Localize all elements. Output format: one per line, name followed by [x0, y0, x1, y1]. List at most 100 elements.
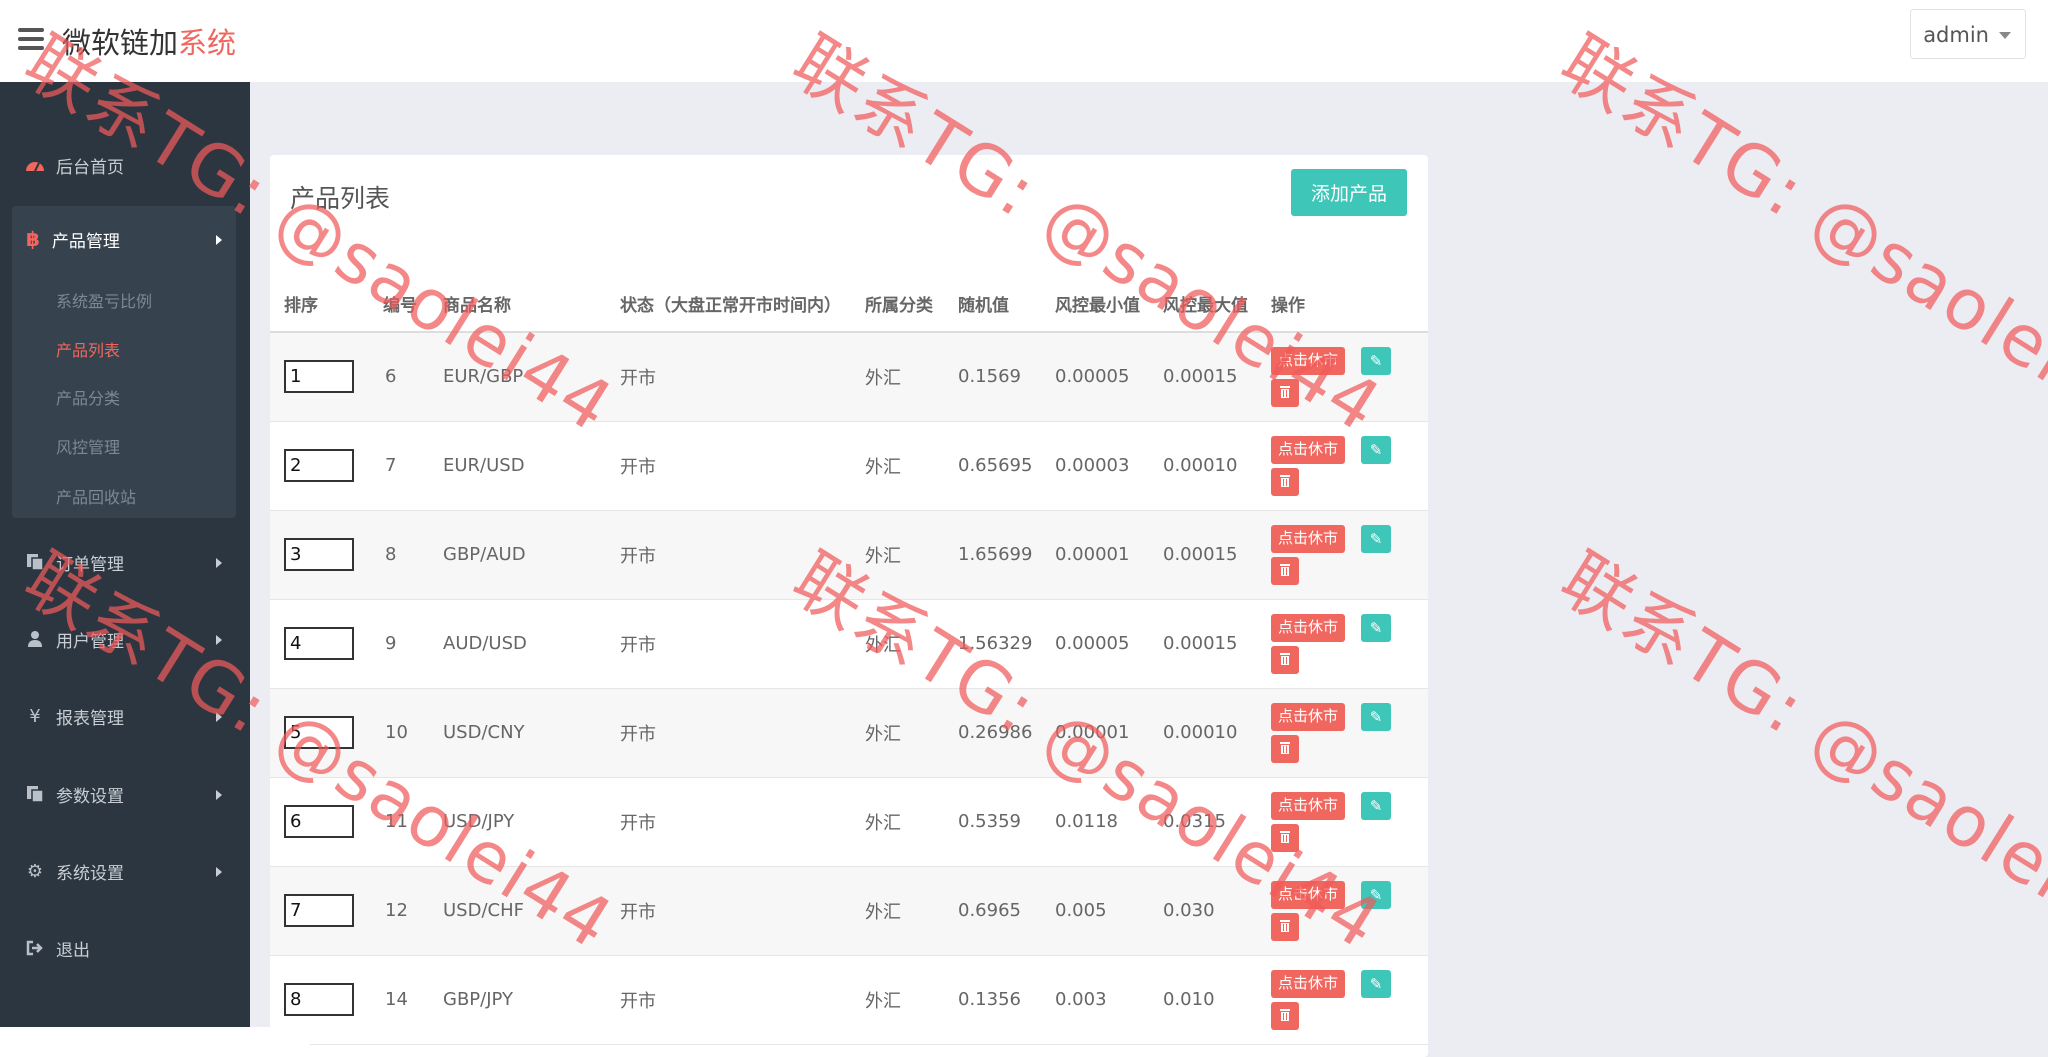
trash-icon[interactable] — [1271, 378, 1299, 407]
footer-strip — [0, 1027, 310, 1057]
sidebar-item-dashboard[interactable]: 后台首页 — [0, 137, 250, 193]
sidebar-item-label: 退出 — [56, 940, 90, 961]
sidebar-item-label: 订单管理 — [56, 554, 124, 575]
id-cell: 7 — [369, 421, 429, 511]
actions-cell: 点击休市 ✎ — [1257, 599, 1428, 689]
chevron-right-icon — [216, 635, 222, 645]
sort-input[interactable] — [284, 360, 354, 394]
trash-icon[interactable] — [1271, 1001, 1299, 1030]
brand-main: 微软链加 — [62, 26, 179, 60]
actions-cell: 点击休市 ✎ — [1257, 688, 1428, 778]
row-actions: 点击休市 ✎ — [1271, 613, 1428, 674]
trash-icon[interactable] — [1271, 734, 1299, 763]
pause-market-button[interactable]: 点击休市 — [1271, 702, 1346, 731]
status-cell: 开市 — [606, 688, 851, 778]
pause-market-button[interactable]: 点击休市 — [1271, 791, 1346, 820]
id-cell: 8 — [369, 510, 429, 600]
pencil-icon[interactable]: ✎ — [1361, 613, 1391, 642]
sidebar-item-products[interactable]: ฿ 产品管理 — [12, 206, 236, 272]
random-cell: 0.5359 — [944, 777, 1041, 867]
risk-max-cell: 0.00015 — [1149, 332, 1257, 422]
name-cell: GBP/AUD — [429, 510, 606, 600]
sort-input[interactable] — [284, 983, 354, 1016]
pencil-icon[interactable]: ✎ — [1361, 791, 1391, 820]
submenu-profit-ratio[interactable]: 系统盈亏比例 — [56, 288, 152, 312]
pause-market-button[interactable]: 点击休市 — [1271, 346, 1346, 375]
category-cell: 外汇 — [851, 421, 944, 511]
id-cell: 6 — [369, 332, 429, 422]
add-product-button[interactable]: 添加产品 — [1291, 169, 1407, 216]
random-cell: 0.1356 — [944, 955, 1041, 1045]
random-cell: 0.26986 — [944, 688, 1041, 778]
submenu-risk-control[interactable]: 风控管理 — [56, 434, 120, 458]
sidebar-item-params[interactable]: 参数设置 — [0, 766, 250, 822]
user-icon — [24, 628, 46, 650]
sidebar-item-system[interactable]: ⚙ 系统设置 — [0, 843, 250, 899]
watermark: 联系TG: @saolei44 — [1546, 537, 2048, 966]
sidebar-item-label: 产品管理 — [51, 231, 120, 252]
caret-down-icon — [1999, 32, 2011, 39]
table-header-row: 排序 编号 商品名称 状态（大盘正常开市时间内） 所属分类 随机值 风控最小值 … — [270, 247, 1428, 333]
submenu-recycle-bin[interactable]: 产品回收站 — [56, 484, 136, 508]
trash-icon[interactable] — [1271, 645, 1299, 674]
sidebar-item-users[interactable]: 用户管理 — [0, 611, 250, 667]
pause-market-button[interactable]: 点击休市 — [1271, 969, 1346, 998]
table-row: 10USD/CNY开市外汇0.269860.000010.00010 点击休市 ✎ — [270, 688, 1428, 778]
pause-market-button[interactable]: 点击休市 — [1271, 435, 1346, 464]
bitcoin-icon: ฿ — [26, 227, 40, 251]
actions-cell: 点击休市 ✎ — [1257, 421, 1428, 511]
sort-input[interactable] — [284, 449, 354, 482]
sort-input[interactable] — [284, 538, 354, 571]
sidebar-item-label: 报表管理 — [56, 708, 124, 729]
table-row: 6EUR/GBP开市外汇0.15690.000050.00015 点击休市 ✎ — [270, 332, 1428, 422]
category-cell: 外汇 — [851, 599, 944, 689]
risk-min-cell: 0.00003 — [1041, 421, 1149, 511]
category-cell: 外汇 — [851, 866, 944, 956]
submenu-product-category[interactable]: 产品分类 — [56, 385, 120, 409]
risk-max-cell: 0.00015 — [1149, 510, 1257, 600]
pencil-icon[interactable]: ✎ — [1361, 346, 1391, 375]
pencil-icon[interactable]: ✎ — [1361, 969, 1391, 998]
sort-cell — [270, 866, 369, 956]
category-cell: 外汇 — [851, 332, 944, 422]
random-cell: 0.6965 — [944, 866, 1041, 956]
risk-min-cell: 0.00001 — [1041, 510, 1149, 600]
risk-max-cell: 0.0315 — [1149, 777, 1257, 867]
column-header: 排序 — [270, 247, 369, 333]
actions-cell: 点击休市 ✎ — [1257, 332, 1428, 422]
sort-cell — [270, 688, 369, 778]
sidebar-item-reports[interactable]: ¥ 报表管理 — [0, 688, 250, 744]
status-cell: 开市 — [606, 777, 851, 867]
risk-min-cell: 0.005 — [1041, 866, 1149, 956]
pause-market-button[interactable]: 点击休市 — [1271, 613, 1346, 642]
sidebar-item-orders[interactable]: 订单管理 — [0, 534, 250, 590]
pause-market-button[interactable]: 点击休市 — [1271, 524, 1346, 553]
row-actions: 点击休市 ✎ — [1271, 702, 1428, 763]
pencil-icon[interactable]: ✎ — [1361, 880, 1391, 909]
row-actions: 点击休市 ✎ — [1271, 969, 1428, 1030]
pause-market-button[interactable]: 点击休市 — [1271, 880, 1346, 909]
trash-icon[interactable] — [1271, 467, 1299, 496]
sort-input[interactable] — [284, 805, 354, 838]
category-cell: 外汇 — [851, 777, 944, 867]
table-row: 7EUR/USD开市外汇0.656950.000030.00010 点击休市 ✎ — [270, 421, 1428, 511]
sort-cell — [270, 332, 369, 422]
pencil-icon[interactable]: ✎ — [1361, 524, 1391, 553]
pencil-icon[interactable]: ✎ — [1361, 702, 1391, 731]
sort-cell — [270, 510, 369, 600]
cogs-icon: ⚙ — [26, 860, 44, 882]
chevron-right-icon — [216, 235, 222, 245]
pencil-icon[interactable]: ✎ — [1361, 435, 1391, 464]
sort-input[interactable] — [284, 716, 354, 749]
sort-input[interactable] — [284, 894, 354, 927]
submenu-product-list[interactable]: 产品列表 — [56, 337, 120, 361]
chevron-right-icon — [216, 558, 222, 568]
trash-icon[interactable] — [1271, 823, 1299, 852]
sidebar-item-logout[interactable]: 退出 — [0, 920, 250, 976]
user-dropdown-button[interactable]: admin — [1910, 9, 2026, 59]
sort-input[interactable] — [284, 627, 354, 660]
column-header: 编号 — [369, 247, 429, 333]
trash-icon[interactable] — [1271, 912, 1299, 941]
menu-toggle-icon[interactable] — [18, 28, 44, 50]
trash-icon[interactable] — [1271, 556, 1299, 585]
